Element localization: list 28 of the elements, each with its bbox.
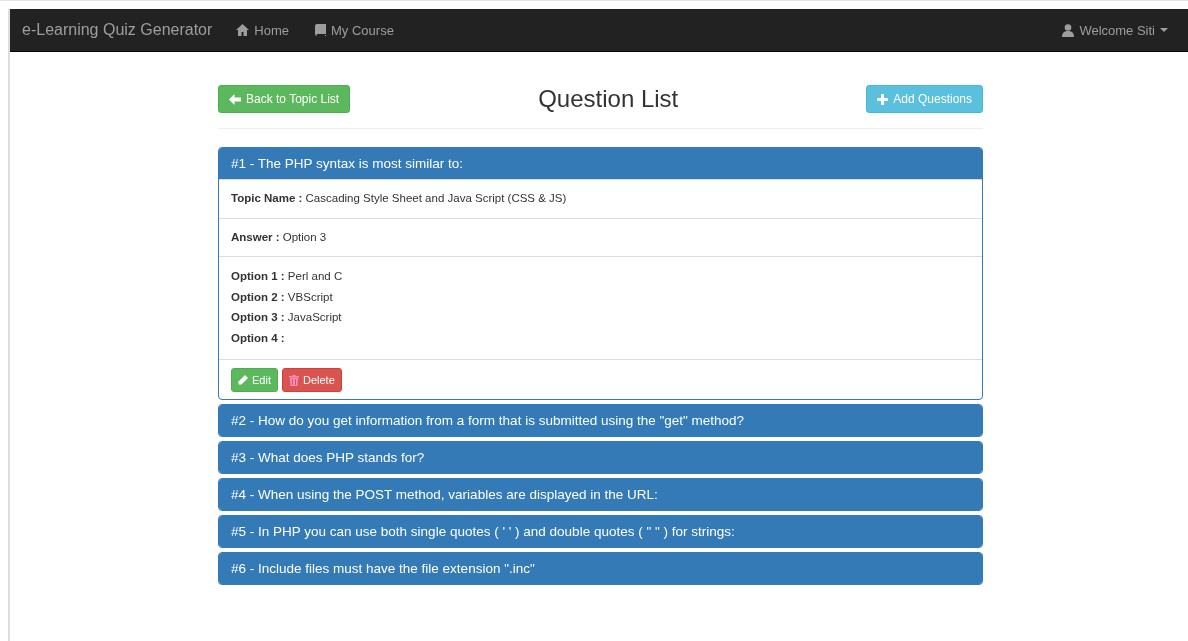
option-text: Option 1 : Perl and C [231, 269, 344, 284]
question-header[interactable]: #4 - When using the POST method, variables are displayed in the URL: [219, 479, 982, 510]
answer-text: Answer : Option 3 [219, 217, 982, 256]
question-header[interactable]: #5 - In PHP you can use both single quotes ( ' ' ) and double quotes ( " " ) for strings: [219, 516, 982, 547]
option-text: Option 4 : [231, 330, 286, 346]
question-header[interactable]: #2 - How do you get information from a form that is submitted using the "get" method? [219, 405, 982, 436]
option-text: Option 3 : JavaScript [231, 310, 343, 325]
caret-icon [1160, 28, 1168, 32]
home-icon [236, 24, 250, 36]
option-text: Option 2 : VBScript [231, 289, 334, 305]
question-header[interactable]: #1 - The PHP syntax is most similar to: [219, 148, 982, 179]
edit-button[interactable]: Edit [231, 368, 278, 392]
page-title: Question List [538, 85, 679, 113]
user-menu[interactable]: Welcome Siti [1062, 22, 1168, 38]
arrow-left-icon [229, 93, 241, 105]
trash-icon [288, 374, 299, 386]
plus-icon [877, 93, 889, 105]
question-header[interactable]: #3 - What does PHP stands for? [219, 442, 982, 473]
nav-link[interactable]: Home [236, 22, 289, 38]
delete-button[interactable]: Delete [281, 368, 342, 392]
book-icon [315, 24, 326, 36]
nav-link[interactable]: My Course [315, 22, 394, 38]
back-button[interactable]: Back to Topic List [218, 85, 351, 113]
topic-name-text: Topic Name : Cascading Style Sheet and Java Script (CSS & JS) [219, 179, 982, 218]
brand-link[interactable]: e-Learning Quiz Generator [22, 21, 213, 39]
user-icon [1062, 23, 1075, 37]
question-header[interactable]: #6 - Include files must have the file extension ".inc" [219, 553, 982, 584]
pencil-icon [238, 375, 248, 385]
